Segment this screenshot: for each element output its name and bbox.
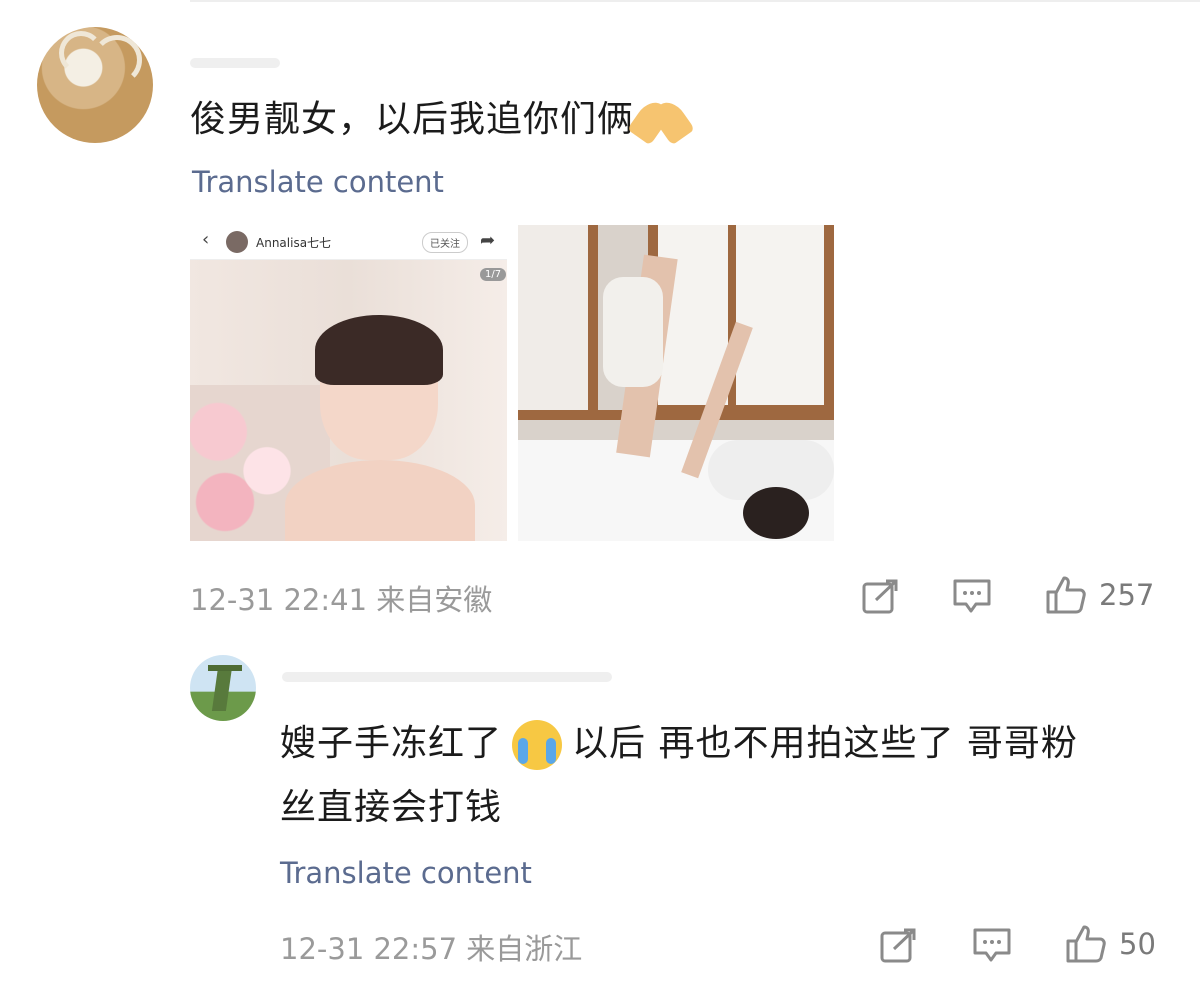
like-icon — [1046, 576, 1086, 614]
comment-button[interactable] — [952, 578, 992, 614]
timestamp: 12-31 22:41 — [190, 583, 368, 617]
reply-text-part: 嫂子手冻红了 — [280, 723, 503, 764]
share-icon — [880, 928, 916, 963]
share-arrow-icon: ➦ — [480, 230, 496, 251]
page-counter: 1/7 — [480, 268, 507, 281]
reply-text-part: 丝直接会打钱 — [280, 787, 503, 828]
comment-icon — [973, 928, 1011, 962]
avatar[interactable] — [37, 27, 153, 143]
divider — [190, 0, 1200, 2]
comment-meta: 12-31 22:41 来自安徽 — [190, 577, 492, 619]
comment-button[interactable] — [972, 927, 1012, 963]
folded-hands-icon — [634, 101, 688, 141]
blurred-username[interactable] — [282, 672, 612, 682]
comment-text: 俊男靓女，以后我追你们俩 — [190, 88, 688, 152]
screenshot-header: ‹ Annalisa七七 已关注 ➦ — [190, 225, 507, 260]
share-button[interactable] — [862, 578, 900, 614]
username: Annalisa七七 — [256, 236, 332, 250]
share-icon — [862, 579, 898, 614]
translate-link[interactable]: Translate content — [280, 856, 532, 890]
location: 来自浙江 — [466, 932, 583, 966]
reply-text: 嫂子手冻红了 以后 再也不用拍这些了 哥哥粉 丝直接会打钱 — [280, 712, 1160, 840]
comment-icon — [953, 579, 991, 613]
blurred-username[interactable] — [190, 58, 280, 68]
share-button[interactable] — [880, 927, 918, 963]
reply-text-part: 以后 再也不用拍这些了 哥哥粉 — [572, 723, 1078, 764]
translate-link[interactable]: Translate content — [192, 165, 444, 199]
attached-image-1[interactable]: ‹ Annalisa七七 已关注 ➦ 1/7 — [190, 225, 507, 541]
avatar — [226, 231, 248, 253]
crying-face-icon — [512, 720, 563, 770]
comment-meta: 12-31 22:57 来自浙江 — [280, 926, 582, 968]
location: 来自安徽 — [376, 583, 493, 617]
like-count: 50 — [1119, 927, 1156, 961]
comment-text-content: 俊男靓女，以后我追你们俩 — [190, 99, 635, 140]
attached-image-2[interactable] — [518, 225, 834, 541]
like-icon — [1066, 925, 1106, 963]
timestamp: 12-31 22:57 — [280, 932, 458, 966]
like-button[interactable]: 50 — [1065, 924, 1156, 964]
avatar[interactable] — [190, 655, 256, 721]
like-count: 257 — [1099, 578, 1155, 612]
follow-badge: 已关注 — [422, 232, 468, 253]
back-arrow-icon: ‹ — [202, 229, 210, 250]
like-button[interactable]: 257 — [1045, 575, 1154, 615]
